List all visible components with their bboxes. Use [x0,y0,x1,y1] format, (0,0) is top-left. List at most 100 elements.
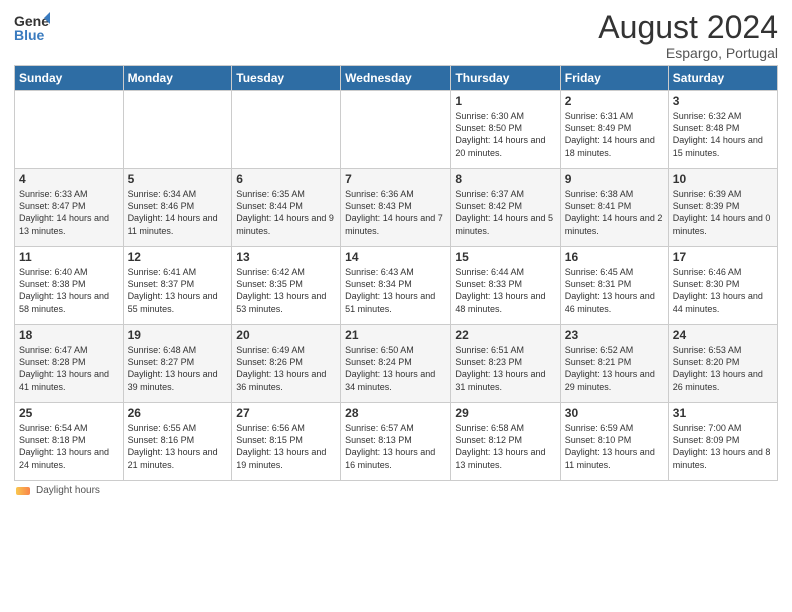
day-number: 9 [565,172,664,186]
cell-info: Sunrise: 6:38 AMSunset: 8:41 PMDaylight:… [565,188,664,237]
cell-info: Sunrise: 6:57 AMSunset: 8:13 PMDaylight:… [345,422,446,471]
calendar-cell [15,91,124,169]
cell-info: Sunrise: 6:52 AMSunset: 8:21 PMDaylight:… [565,344,664,393]
day-number: 13 [236,250,336,264]
cell-info: Sunrise: 6:39 AMSunset: 8:39 PMDaylight:… [673,188,773,237]
cell-info: Sunrise: 6:42 AMSunset: 8:35 PMDaylight:… [236,266,336,315]
day-number: 14 [345,250,446,264]
cell-info: Sunrise: 6:51 AMSunset: 8:23 PMDaylight:… [455,344,555,393]
day-number: 26 [128,406,228,420]
day-number: 29 [455,406,555,420]
logo-icon: General Blue [14,10,50,46]
cell-info: Sunrise: 6:30 AMSunset: 8:50 PMDaylight:… [455,110,555,159]
cell-info: Sunrise: 6:44 AMSunset: 8:33 PMDaylight:… [455,266,555,315]
cell-info: Sunrise: 6:33 AMSunset: 8:47 PMDaylight:… [19,188,119,237]
calendar-cell: 19 Sunrise: 6:48 AMSunset: 8:27 PMDaylig… [123,325,232,403]
day-number: 22 [455,328,555,342]
header-row: Sunday Monday Tuesday Wednesday Thursday… [15,66,778,91]
svg-text:Blue: Blue [14,27,45,43]
cell-info: Sunrise: 6:32 AMSunset: 8:48 PMDaylight:… [673,110,773,159]
calendar-body: 1 Sunrise: 6:30 AMSunset: 8:50 PMDayligh… [15,91,778,481]
day-number: 11 [19,250,119,264]
cell-info: Sunrise: 6:47 AMSunset: 8:28 PMDaylight:… [19,344,119,393]
col-friday: Friday [560,66,668,91]
calendar-cell: 22 Sunrise: 6:51 AMSunset: 8:23 PMDaylig… [451,325,560,403]
main-title: August 2024 [598,10,778,45]
day-number: 7 [345,172,446,186]
calendar-cell: 14 Sunrise: 6:43 AMSunset: 8:34 PMDaylig… [341,247,451,325]
calendar-week-3: 18 Sunrise: 6:47 AMSunset: 8:28 PMDaylig… [15,325,778,403]
calendar-cell: 6 Sunrise: 6:35 AMSunset: 8:44 PMDayligh… [232,169,341,247]
day-number: 28 [345,406,446,420]
cell-info: Sunrise: 6:50 AMSunset: 8:24 PMDaylight:… [345,344,446,393]
cell-info: Sunrise: 6:34 AMSunset: 8:46 PMDaylight:… [128,188,228,237]
calendar-cell: 27 Sunrise: 6:56 AMSunset: 8:15 PMDaylig… [232,403,341,481]
day-number: 15 [455,250,555,264]
header: General Blue August 2024 Espargo, Portug… [14,10,778,61]
day-number: 30 [565,406,664,420]
cell-info: Sunrise: 6:40 AMSunset: 8:38 PMDaylight:… [19,266,119,315]
day-number: 23 [565,328,664,342]
calendar-cell: 18 Sunrise: 6:47 AMSunset: 8:28 PMDaylig… [15,325,124,403]
calendar-cell: 15 Sunrise: 6:44 AMSunset: 8:33 PMDaylig… [451,247,560,325]
calendar-cell [123,91,232,169]
cell-info: Sunrise: 6:46 AMSunset: 8:30 PMDaylight:… [673,266,773,315]
page-container: General Blue August 2024 Espargo, Portug… [0,0,792,502]
col-sunday: Sunday [15,66,124,91]
day-number: 20 [236,328,336,342]
calendar-week-1: 4 Sunrise: 6:33 AMSunset: 8:47 PMDayligh… [15,169,778,247]
cell-info: Sunrise: 6:35 AMSunset: 8:44 PMDaylight:… [236,188,336,237]
cell-info: Sunrise: 6:37 AMSunset: 8:42 PMDaylight:… [455,188,555,237]
footer-label: Daylight hours [36,485,100,496]
daylight-icon [16,487,30,495]
cell-info: Sunrise: 6:49 AMSunset: 8:26 PMDaylight:… [236,344,336,393]
col-monday: Monday [123,66,232,91]
calendar-cell: 28 Sunrise: 6:57 AMSunset: 8:13 PMDaylig… [341,403,451,481]
calendar-cell: 4 Sunrise: 6:33 AMSunset: 8:47 PMDayligh… [15,169,124,247]
calendar-cell: 13 Sunrise: 6:42 AMSunset: 8:35 PMDaylig… [232,247,341,325]
col-wednesday: Wednesday [341,66,451,91]
cell-info: Sunrise: 6:45 AMSunset: 8:31 PMDaylight:… [565,266,664,315]
cell-info: Sunrise: 6:56 AMSunset: 8:15 PMDaylight:… [236,422,336,471]
calendar-cell: 29 Sunrise: 6:58 AMSunset: 8:12 PMDaylig… [451,403,560,481]
day-number: 3 [673,94,773,108]
calendar-cell [232,91,341,169]
day-number: 21 [345,328,446,342]
calendar-cell: 12 Sunrise: 6:41 AMSunset: 8:37 PMDaylig… [123,247,232,325]
col-tuesday: Tuesday [232,66,341,91]
cell-info: Sunrise: 6:59 AMSunset: 8:10 PMDaylight:… [565,422,664,471]
col-thursday: Thursday [451,66,560,91]
col-saturday: Saturday [668,66,777,91]
day-number: 5 [128,172,228,186]
subtitle: Espargo, Portugal [598,45,778,61]
calendar-cell: 16 Sunrise: 6:45 AMSunset: 8:31 PMDaylig… [560,247,668,325]
cell-info: Sunrise: 6:54 AMSunset: 8:18 PMDaylight:… [19,422,119,471]
cell-info: Sunrise: 6:43 AMSunset: 8:34 PMDaylight:… [345,266,446,315]
footer: Daylight hours [14,485,778,496]
calendar-week-2: 11 Sunrise: 6:40 AMSunset: 8:38 PMDaylig… [15,247,778,325]
day-number: 24 [673,328,773,342]
day-number: 2 [565,94,664,108]
day-number: 31 [673,406,773,420]
calendar-cell: 9 Sunrise: 6:38 AMSunset: 8:41 PMDayligh… [560,169,668,247]
cell-info: Sunrise: 6:31 AMSunset: 8:49 PMDaylight:… [565,110,664,159]
day-number: 16 [565,250,664,264]
cell-info: Sunrise: 6:48 AMSunset: 8:27 PMDaylight:… [128,344,228,393]
calendar-cell: 5 Sunrise: 6:34 AMSunset: 8:46 PMDayligh… [123,169,232,247]
calendar-cell: 31 Sunrise: 7:00 AMSunset: 8:09 PMDaylig… [668,403,777,481]
calendar-cell: 10 Sunrise: 6:39 AMSunset: 8:39 PMDaylig… [668,169,777,247]
calendar-cell: 25 Sunrise: 6:54 AMSunset: 8:18 PMDaylig… [15,403,124,481]
day-number: 17 [673,250,773,264]
day-number: 18 [19,328,119,342]
calendar-cell: 3 Sunrise: 6:32 AMSunset: 8:48 PMDayligh… [668,91,777,169]
calendar-cell: 24 Sunrise: 6:53 AMSunset: 8:20 PMDaylig… [668,325,777,403]
calendar-cell: 21 Sunrise: 6:50 AMSunset: 8:24 PMDaylig… [341,325,451,403]
cell-info: Sunrise: 6:41 AMSunset: 8:37 PMDaylight:… [128,266,228,315]
calendar-cell: 26 Sunrise: 6:55 AMSunset: 8:16 PMDaylig… [123,403,232,481]
logo: General Blue [14,10,50,46]
calendar-cell: 11 Sunrise: 6:40 AMSunset: 8:38 PMDaylig… [15,247,124,325]
day-number: 8 [455,172,555,186]
cell-info: Sunrise: 6:55 AMSunset: 8:16 PMDaylight:… [128,422,228,471]
calendar-table: Sunday Monday Tuesday Wednesday Thursday… [14,65,778,481]
calendar-cell: 2 Sunrise: 6:31 AMSunset: 8:49 PMDayligh… [560,91,668,169]
